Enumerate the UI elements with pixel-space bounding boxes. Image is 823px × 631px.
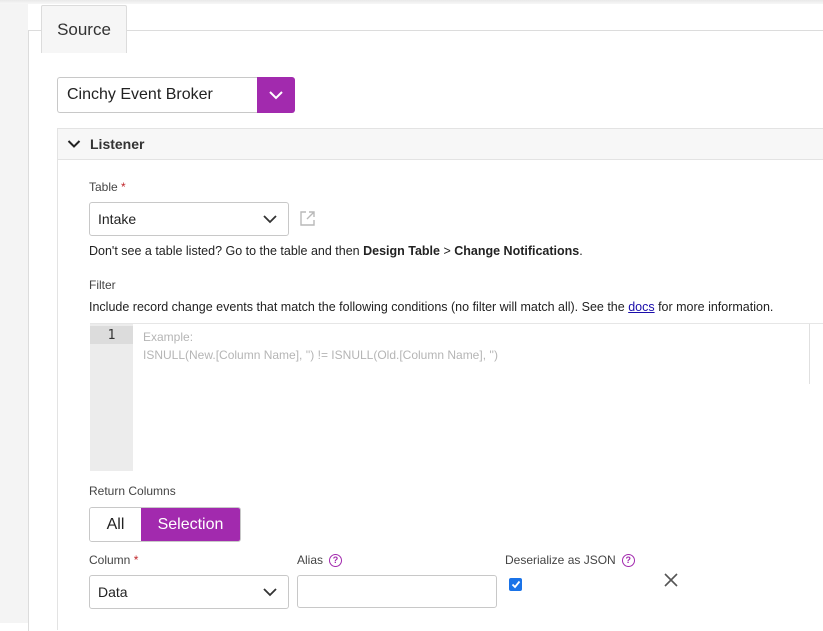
chevron-down-icon [269, 91, 283, 100]
source-dropdown-value: Cinchy Event Broker [67, 86, 213, 103]
external-link-icon[interactable] [299, 210, 316, 227]
design-table-text: Design Table [363, 244, 440, 258]
left-gutter-background [0, 4, 28, 623]
return-columns-toggle: All Selection [89, 507, 241, 542]
table-label: Table * [89, 180, 126, 194]
help-icon[interactable]: ? [329, 554, 343, 568]
chevron-down-icon [58, 139, 90, 149]
editor-scrollbar-divider [809, 324, 810, 384]
top-shadow-bar [0, 0, 823, 4]
listener-title: Listener [90, 136, 145, 152]
check-icon [511, 580, 520, 589]
return-columns-label: Return Columns [89, 484, 176, 498]
change-notifications-text: Change Notifications [454, 244, 580, 258]
table-dropdown[interactable]: Intake [89, 202, 289, 236]
deserialize-label: Deserialize as JSON? [505, 553, 635, 568]
listener-section-header[interactable]: Listener [57, 128, 823, 160]
filter-label: Filter [89, 278, 116, 292]
alias-input[interactable] [297, 575, 497, 608]
filter-description: Include record change events that match … [89, 300, 774, 314]
toggle-all-button[interactable]: All [90, 508, 141, 541]
docs-link[interactable]: docs [628, 300, 654, 314]
toggle-selection-button[interactable]: Selection [141, 508, 240, 541]
filter-code-editor[interactable]: 1 Example: ISNULL(New.[Column Name], '')… [90, 323, 823, 471]
source-dropdown[interactable]: Cinchy Event Broker [57, 77, 257, 113]
column-label: Column * [89, 553, 139, 567]
deserialize-json-checkbox[interactable] [509, 578, 522, 591]
column-dropdown-value: Data [98, 584, 128, 600]
required-mark: * [121, 180, 126, 194]
source-dropdown-toggle-button[interactable] [257, 77, 295, 113]
required-mark: * [133, 553, 139, 567]
column-dropdown[interactable]: Data [89, 575, 289, 609]
editor-placeholder: Example: ISNULL(New.[Column Name], '') !… [143, 330, 498, 362]
close-icon[interactable] [663, 572, 679, 588]
editor-gutter: 1 [90, 324, 133, 471]
chevron-down-icon [263, 588, 277, 597]
alias-label: Alias? [297, 553, 343, 568]
table-hint: Don't see a table listed? Go to the tabl… [89, 244, 583, 258]
tab-source[interactable]: Source [41, 5, 127, 53]
table-dropdown-value: Intake [98, 211, 137, 227]
line-number: 1 [90, 326, 133, 344]
chevron-down-icon [263, 215, 277, 224]
help-icon[interactable]: ? [621, 554, 635, 568]
